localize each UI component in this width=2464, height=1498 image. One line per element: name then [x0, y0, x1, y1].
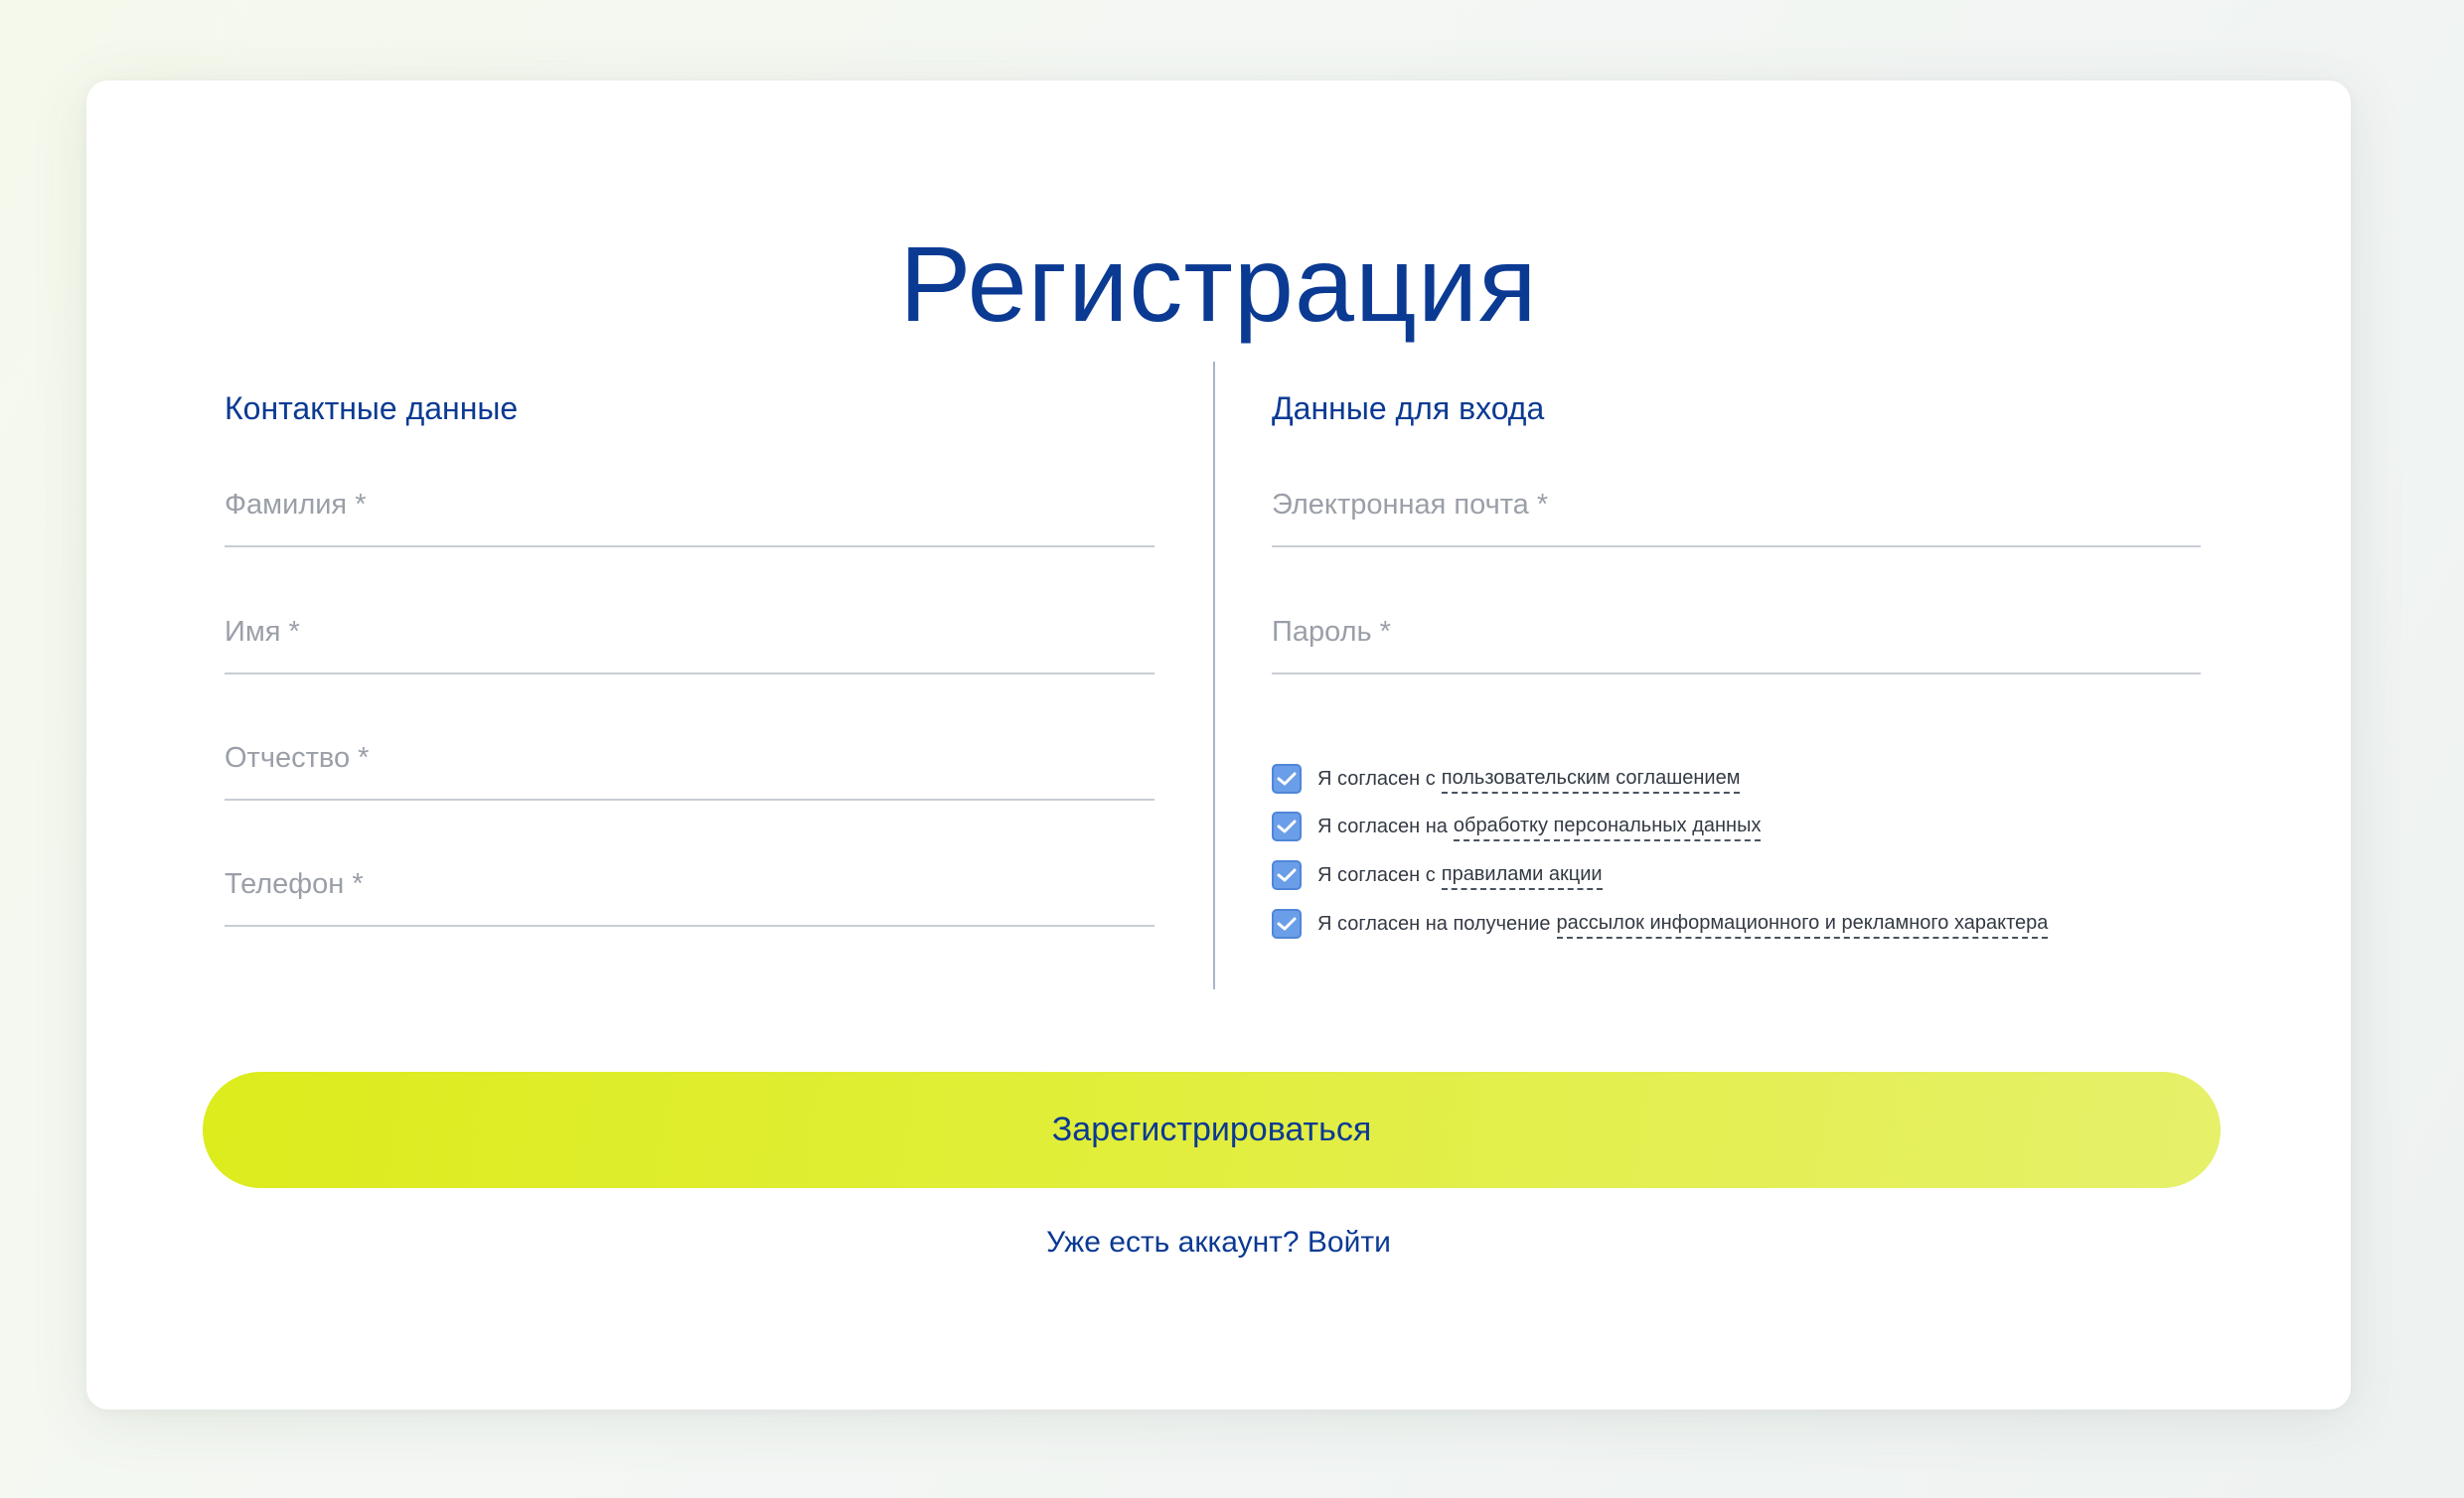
- column-divider: [1213, 362, 1215, 989]
- phone-field: [225, 853, 1155, 927]
- email-field: [1272, 474, 2201, 547]
- password-field: [1272, 601, 2201, 674]
- login-link[interactable]: Уже есть аккаунт? Войти: [86, 1223, 2351, 1263]
- checkmark-icon: [1277, 772, 1297, 786]
- promo-rules-link[interactable]: правилами акции: [1441, 860, 1603, 890]
- phone-input[interactable]: [225, 853, 1155, 915]
- personal-data-checkbox[interactable]: [1272, 812, 1302, 841]
- password-input[interactable]: [1272, 601, 2201, 663]
- agreement-terms: Я согласен с пользовательским соглашение…: [1272, 762, 1741, 796]
- agreement-personal-data: Я согласен на обработку персональных дан…: [1272, 810, 1762, 843]
- contacts-heading: Контактные данные: [225, 390, 519, 426]
- terms-link[interactable]: пользовательским соглашением: [1441, 764, 1741, 794]
- agreement-text: Я согласен с: [1317, 864, 1436, 886]
- agreement-text: Я согласен с: [1317, 768, 1436, 790]
- registration-card: Регистрация Контактные данные Данные для…: [86, 80, 2351, 1410]
- name-input[interactable]: [225, 601, 1155, 663]
- agreement-text: Я согласен на: [1317, 816, 1448, 837]
- name-field: [225, 601, 1155, 674]
- register-button[interactable]: Зарегистрироваться: [203, 1072, 2221, 1188]
- newsletter-checkbox[interactable]: [1272, 909, 1302, 939]
- agreement-newsletter: Я согласен на получение рассылок информа…: [1272, 907, 2049, 941]
- personal-data-link[interactable]: обработку персональных данных: [1453, 812, 1762, 841]
- surname-input[interactable]: [225, 474, 1155, 535]
- checkmark-icon: [1277, 820, 1297, 833]
- newsletter-link[interactable]: рассылок информационного и рекламного ха…: [1556, 909, 2049, 939]
- surname-field: [225, 474, 1155, 547]
- agreement-text: Я согласен на получение: [1317, 913, 1551, 935]
- patronymic-input[interactable]: [225, 727, 1155, 789]
- terms-checkbox[interactable]: [1272, 764, 1302, 794]
- patronymic-field: [225, 727, 1155, 801]
- checkmark-icon: [1277, 868, 1297, 882]
- email-input[interactable]: [1272, 474, 2201, 535]
- checkmark-icon: [1277, 917, 1297, 931]
- page-title: Регистрация: [899, 224, 1538, 344]
- promo-rules-checkbox[interactable]: [1272, 860, 1302, 890]
- agreement-promo-rules: Я согласен с правилами акции: [1272, 858, 1603, 892]
- login-heading: Данные для входа: [1272, 390, 1545, 426]
